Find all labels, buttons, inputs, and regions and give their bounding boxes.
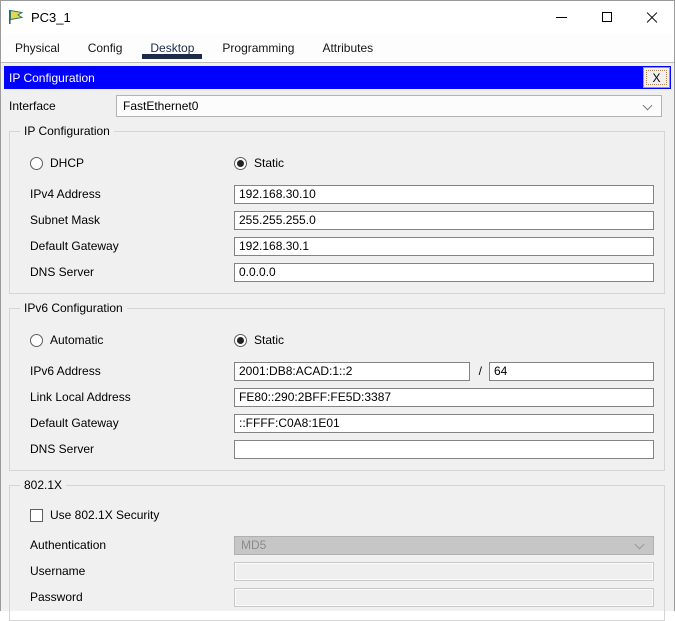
- interface-selected-value: FastEthernet0: [123, 99, 198, 113]
- dialog-title: IP Configuration: [9, 71, 95, 85]
- maximize-icon[interactable]: [584, 1, 629, 33]
- use-dot1x-security-checkbox[interactable]: Use 802.1X Security: [22, 506, 654, 524]
- ipv4-mode-radios: DHCP Static: [22, 154, 654, 172]
- dialog-close-button[interactable]: X: [643, 67, 670, 88]
- dns-server-input[interactable]: [234, 263, 654, 282]
- checkbox-icon: [30, 509, 43, 522]
- ipv4-address-input[interactable]: [234, 185, 654, 204]
- default-gateway-label: Default Gateway: [22, 239, 234, 253]
- window-title: PC3_1: [31, 10, 71, 25]
- interface-row: Interface FastEthernet0: [9, 95, 666, 117]
- tab-attributes[interactable]: Attributes: [308, 33, 387, 62]
- radio-dhcp-icon: [30, 157, 43, 170]
- radio-automatic-label: Automatic: [50, 333, 103, 347]
- radio-dhcp[interactable]: DHCP: [22, 156, 234, 170]
- packet-tracer-app-icon: [8, 9, 24, 25]
- minimize-icon[interactable]: [539, 1, 584, 33]
- interface-select[interactable]: FastEthernet0: [116, 95, 662, 117]
- authentication-selected-value: MD5: [241, 538, 266, 552]
- radio-automatic[interactable]: Automatic: [22, 333, 234, 347]
- ipv6-address-input[interactable]: [234, 362, 470, 381]
- window-controls: [539, 1, 674, 33]
- ipv6-configuration-legend: IPv6 Configuration: [20, 301, 127, 315]
- dialog-header: IP Configuration X: [4, 66, 671, 89]
- ip-configuration-legend: IP Configuration: [20, 124, 114, 138]
- window-titlebar: PC3_1: [1, 1, 674, 33]
- ipv6-default-gateway-row: Default Gateway: [22, 414, 654, 432]
- chevron-down-icon: [635, 539, 645, 549]
- ipv6-mode-radios: Automatic Static: [22, 331, 654, 349]
- ipv4-address-row: IPv4 Address: [22, 185, 654, 203]
- ipv6-address-row: IPv6 Address /: [22, 362, 654, 380]
- tab-strip: Physical Config Desktop Programming Attr…: [1, 33, 674, 63]
- dns-server-row: DNS Server: [22, 263, 654, 281]
- authentication-select: MD5: [234, 536, 654, 555]
- radio-static-ipv4-label: Static: [254, 156, 284, 170]
- ipv4-address-label: IPv4 Address: [22, 187, 234, 201]
- radio-automatic-icon: [30, 334, 43, 347]
- ipv6-prefix-input[interactable]: [489, 362, 654, 381]
- interface-label: Interface: [9, 99, 116, 113]
- radio-static-ipv4[interactable]: Static: [234, 156, 284, 170]
- prefix-separator: /: [479, 364, 482, 378]
- tab-programming[interactable]: Programming: [208, 33, 308, 62]
- ipv6-default-gateway-input[interactable]: [234, 414, 654, 433]
- subnet-mask-label: Subnet Mask: [22, 213, 234, 227]
- use-dot1x-security-label: Use 802.1X Security: [50, 508, 159, 522]
- default-gateway-input[interactable]: [234, 237, 654, 256]
- ipv6-configuration-group: IPv6 Configuration Automatic Static IPv6…: [9, 308, 665, 471]
- ipv6-default-gateway-label: Default Gateway: [22, 416, 234, 430]
- tab-desktop[interactable]: Desktop: [136, 33, 208, 62]
- username-row: Username: [22, 562, 654, 580]
- link-local-address-input[interactable]: [234, 388, 654, 407]
- radio-static-ipv6-icon: [234, 334, 247, 347]
- link-local-address-label: Link Local Address: [22, 390, 234, 404]
- ipv6-address-label: IPv6 Address: [22, 364, 234, 378]
- password-label: Password: [22, 590, 234, 604]
- default-gateway-row: Default Gateway: [22, 237, 654, 255]
- dot1x-legend: 802.1X: [20, 478, 66, 492]
- link-local-address-row: Link Local Address: [22, 388, 654, 406]
- radio-static-ipv6[interactable]: Static: [234, 333, 284, 347]
- dns-server-label: DNS Server: [22, 265, 234, 279]
- radio-dhcp-label: DHCP: [50, 156, 84, 170]
- tab-config[interactable]: Config: [74, 33, 137, 62]
- dot1x-group: 802.1X Use 802.1X Security Authenticatio…: [9, 485, 665, 621]
- password-row: Password: [22, 588, 654, 606]
- ipv6-dns-server-label: DNS Server: [22, 442, 234, 456]
- username-label: Username: [22, 564, 234, 578]
- username-input: [234, 562, 654, 581]
- password-input: [234, 588, 654, 607]
- ipv6-dns-server-input[interactable]: [234, 440, 654, 459]
- authentication-label: Authentication: [22, 538, 234, 552]
- subnet-mask-row: Subnet Mask: [22, 211, 654, 229]
- desktop-panel: IP Configuration X Interface FastEtherne…: [1, 63, 674, 611]
- chevron-down-icon: [643, 101, 653, 111]
- radio-static-ipv4-icon: [234, 157, 247, 170]
- ipv6-dns-server-row: DNS Server: [22, 440, 654, 458]
- close-icon[interactable]: [629, 1, 674, 33]
- tab-physical[interactable]: Physical: [1, 33, 74, 62]
- ip-configuration-group: IP Configuration DHCP Static IPv4 Addres…: [9, 131, 665, 294]
- radio-static-ipv6-label: Static: [254, 333, 284, 347]
- subnet-mask-input[interactable]: [234, 211, 654, 230]
- authentication-row: Authentication MD5: [22, 536, 654, 554]
